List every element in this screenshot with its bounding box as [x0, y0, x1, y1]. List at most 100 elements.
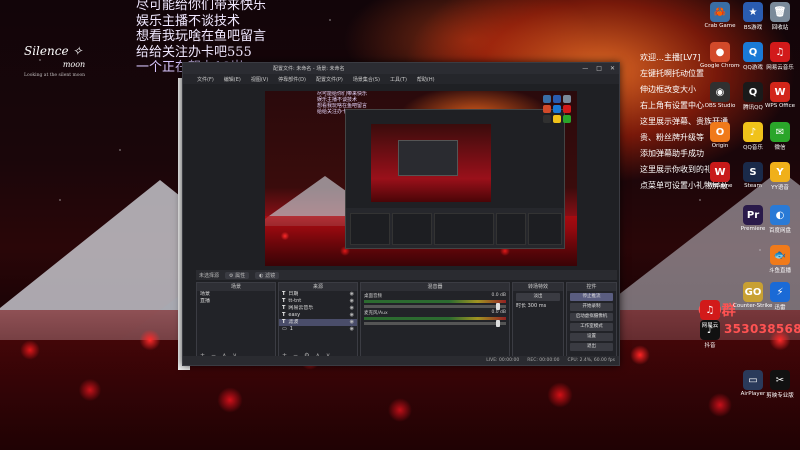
- menu-edit[interactable]: 编辑(E): [224, 76, 241, 83]
- source-name: 日期: [288, 291, 299, 297]
- scenes-dock: 场景 场景 直播 + − ∧ ∨: [196, 282, 276, 362]
- desktop-icon-label: 剪映专业版: [766, 393, 794, 399]
- maximize-icon[interactable]: □: [596, 65, 602, 72]
- scene-item[interactable]: 场景: [197, 291, 275, 298]
- visibility-eye-icon[interactable]: ◉: [350, 326, 354, 333]
- visibility-eye-icon[interactable]: ◉: [350, 305, 354, 312]
- app-icon: [563, 115, 571, 123]
- mixer-channel: 桌面音频 0.0 dB: [364, 293, 506, 310]
- scenes-dock-title: 场景: [197, 283, 275, 291]
- app-icon: [543, 105, 551, 113]
- transitions-dock-title: 转场特效: [513, 283, 563, 291]
- app-icon: ◐: [770, 205, 790, 225]
- obs-window-title: 配置文件: 未命名 - 场景: 未命名: [273, 66, 345, 72]
- menu-tools[interactable]: 工具(T): [390, 76, 407, 83]
- cpu-fps-readout: CPU: 2.4%, 60.00 fps: [567, 358, 616, 363]
- menu-file[interactable]: 文件(F): [197, 76, 214, 83]
- menu-profile[interactable]: 配置文件(P): [316, 76, 343, 83]
- desktop-icon-label: 抖音: [704, 343, 716, 349]
- obs-titlebar[interactable]: 配置文件: 未命名 - 场景: 未命名 — □ ✕: [183, 63, 619, 74]
- visibility-eye-icon[interactable]: ◉: [350, 312, 354, 319]
- nested-dock: [392, 213, 432, 245]
- source-item-selected[interactable]: T 滤波 ◉: [279, 319, 357, 326]
- nested-dock: [350, 213, 390, 245]
- volume-slider[interactable]: [364, 303, 506, 310]
- obs-statusbar: LIVE: 00:00:00 REC: 00:00:00 CPU: 2.4%, …: [183, 356, 619, 365]
- exit-button[interactable]: 退出: [570, 343, 613, 351]
- obs-window[interactable]: 配置文件: 未命名 - 场景: 未命名 — □ ✕ 文件(F) 编辑(E) 视图…: [182, 62, 620, 366]
- app-icon: ♫: [770, 42, 790, 62]
- transition-select[interactable]: 淡出: [516, 293, 560, 301]
- logo-tagline: Looking at the silent moon: [24, 73, 86, 78]
- sources-dock: 来源 T 日期 ◉ Ttt-tnt ◉ T 网易云音乐 ◉ Teasy ◉ T 滤波 ◉ ▭ 1 ◉…: [278, 282, 358, 362]
- visibility-eye-icon[interactable]: ◉: [350, 298, 354, 305]
- controls-dock-title: 控件: [567, 283, 616, 291]
- overlay-line: 想看我玩啥在鱼吧留言: [136, 29, 267, 44]
- obs-preview-canvas[interactable]: 尽可能给你们带来快乐 娱乐主播不谈技术 想看我玩啥在鱼吧留言 给给关注办卡吧55…: [265, 91, 577, 266]
- source-item[interactable]: Ttt-tnt ◉: [279, 298, 357, 305]
- desktop-icon[interactable]: ✉ 微信: [760, 122, 800, 151]
- nested-dock: [496, 213, 526, 245]
- no-source-selected-label: 未选择源: [199, 272, 220, 279]
- audio-mixer-dock: 混音器 桌面音频 0.0 dB 麦克风/Aux 0.0 dB: [360, 282, 510, 362]
- desktop-icon[interactable]: ♫ 网易云: [690, 300, 730, 329]
- silence-moon-logo: Silence ✧ moon Looking at the silent moo…: [24, 44, 124, 78]
- close-icon[interactable]: ✕: [610, 65, 615, 72]
- menu-view[interactable]: 视图(V): [251, 76, 268, 83]
- app-icon: [553, 105, 561, 113]
- desktop-icon-label: 百度网盘: [768, 228, 791, 234]
- source-item[interactable]: ▭ 1 ◉: [279, 326, 357, 333]
- app-icon: Y: [770, 162, 790, 182]
- source-name: easy: [288, 312, 301, 318]
- volume-meter: [364, 317, 506, 320]
- visibility-eye-icon[interactable]: ◉: [350, 319, 354, 326]
- source-item[interactable]: T 日期 ◉: [279, 291, 357, 298]
- duration-input[interactable]: 300 ms: [528, 303, 547, 309]
- volume-slider[interactable]: [364, 320, 506, 327]
- start-recording-button[interactable]: 开始录制: [570, 303, 613, 311]
- desktop-icon[interactable]: ✂ 剪映专业版: [760, 370, 800, 399]
- desktop-icon[interactable]: ⚡ 迅雷: [760, 282, 800, 311]
- transitions-dock: 转场特效 淡出 时长 300 ms: [512, 282, 564, 362]
- overlay-line: 尽可能给你们带来快乐: [136, 0, 267, 13]
- nested-dock: [528, 213, 562, 245]
- stop-streaming-button[interactable]: 停止推流: [570, 293, 613, 301]
- desktop-icon[interactable]: Y YY语音: [760, 162, 800, 191]
- settings-button[interactable]: 设置: [570, 333, 613, 341]
- menu-scene-collection[interactable]: 场景集合(S): [353, 76, 380, 83]
- desktop-icon-label: 斗鱼直播: [768, 268, 791, 274]
- desktop-icon[interactable]: 🗑 回收站: [760, 2, 800, 31]
- channel-db: 0.0 dB: [491, 293, 506, 298]
- menu-docks[interactable]: 停靠部件(D): [278, 76, 306, 83]
- app-icon: ♫: [700, 300, 720, 320]
- source-name: 滤波: [288, 319, 299, 325]
- desktop-icon[interactable]: ♫ 网易云音乐: [760, 42, 800, 71]
- filters-label: 滤镜: [265, 272, 276, 279]
- filters-button[interactable]: ◐ 滤镜: [255, 271, 280, 279]
- live-timer: LIVE: 00:00:00: [486, 358, 520, 363]
- text-source-icon: T: [282, 305, 286, 311]
- source-item[interactable]: Teasy ◉: [279, 312, 357, 319]
- properties-button[interactable]: ⚙ 属性: [225, 271, 250, 279]
- desktop-icon[interactable]: ◐ 百度网盘: [760, 205, 800, 234]
- scene-item[interactable]: 直播: [197, 298, 275, 305]
- nested-dock: [434, 213, 494, 245]
- desktop-icon-label: 迅雷: [774, 305, 786, 311]
- menu-help[interactable]: 帮助(H): [417, 76, 435, 83]
- source-name: 1: [289, 326, 293, 332]
- visibility-eye-icon[interactable]: ◉: [350, 291, 354, 298]
- desktop-icon-label: YY语音: [771, 185, 789, 191]
- minimize-icon[interactable]: —: [582, 65, 588, 72]
- desktop-icon[interactable]: 🐟 斗鱼直播: [760, 245, 800, 274]
- volume-meter: [364, 300, 506, 303]
- app-icon: W: [770, 82, 790, 102]
- preview-desktop-icons: [543, 95, 573, 123]
- overlay-line: 娱乐主播不谈技术: [136, 13, 241, 29]
- desktop-icon[interactable]: W WPS Office: [760, 82, 800, 109]
- start-virtual-camera-button[interactable]: 启动虚拟摄像机: [570, 313, 613, 321]
- studio-mode-button[interactable]: 工作室模式: [570, 323, 613, 331]
- display-source-icon: ▭: [282, 326, 287, 332]
- app-icon: ✉: [770, 122, 790, 142]
- qq-group-number: 353038568: [724, 322, 800, 336]
- source-item[interactable]: T 网易云音乐 ◉: [279, 305, 357, 312]
